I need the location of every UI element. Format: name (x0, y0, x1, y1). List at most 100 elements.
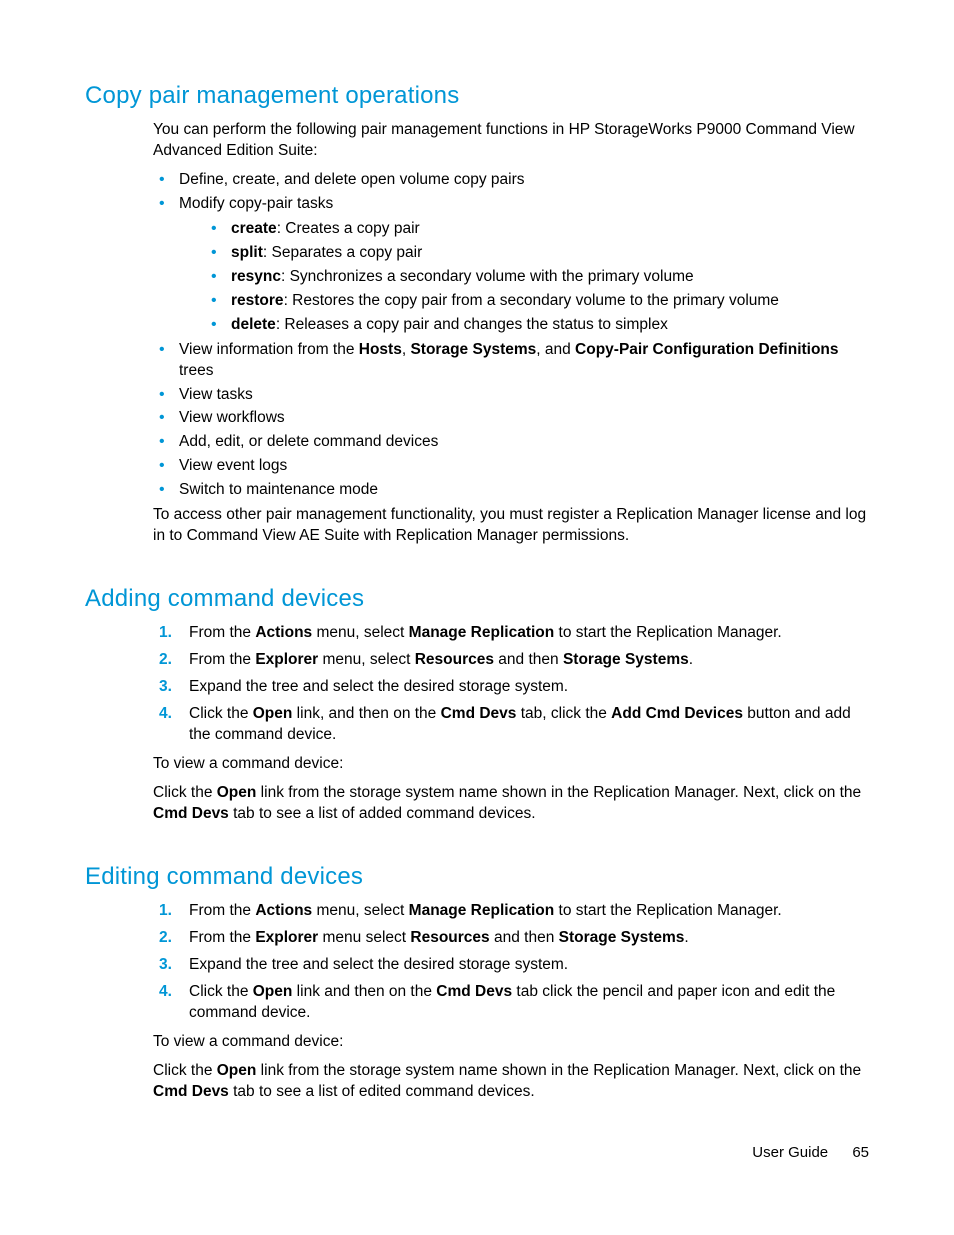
section2-body: From the Actions menu, select Manage Rep… (153, 623, 870, 824)
term: resync (231, 268, 281, 285)
t: Copy-Pair Configuration Definitions (575, 341, 839, 358)
desc: : Creates a copy pair (277, 220, 420, 237)
t: View information from the (179, 341, 359, 358)
t: and then (494, 651, 563, 668)
list-text: Modify copy-pair tasks (179, 195, 333, 212)
step-item: From the Actions menu, select Manage Rep… (153, 901, 870, 922)
t: Explorer (255, 929, 318, 946)
step-item: From the Explorer menu select Resources … (153, 928, 870, 949)
bullet-list: Define, create, and delete open volume c… (153, 170, 870, 501)
t: Cmd Devs (441, 705, 517, 722)
heading-adding-cmd-devices: Adding command devices (85, 583, 870, 615)
list-item: Switch to maintenance mode (153, 480, 870, 501)
outro-text: To access other pair management function… (153, 505, 870, 547)
t: Storage Systems (410, 341, 536, 358)
view-text: Click the Open link from the storage sys… (153, 783, 870, 825)
list-item: View tasks (153, 385, 870, 406)
t: Open (253, 983, 293, 1000)
ordered-steps: From the Actions menu, select Manage Rep… (153, 901, 870, 1024)
list-item: create: Creates a copy pair (205, 219, 870, 240)
list-item: View workflows (153, 408, 870, 429)
section1-body: You can perform the following pair manag… (153, 120, 870, 547)
t: menu select (318, 929, 410, 946)
t: Storage Systems (559, 929, 685, 946)
t: Actions (255, 624, 312, 641)
t: Storage Systems (563, 651, 689, 668)
t: . (684, 929, 688, 946)
t: Cmd Devs (153, 805, 229, 822)
list-item: resync: Synchronizes a secondary volume … (205, 267, 870, 288)
t: Actions (255, 902, 312, 919)
sub-bullet-list: create: Creates a copy pair split: Separ… (205, 219, 870, 336)
t: Manage Replication (409, 624, 555, 641)
note-text: To view a command device: (153, 1032, 870, 1053)
intro-text: You can perform the following pair manag… (153, 120, 870, 162)
t: Hosts (359, 341, 402, 358)
step-item: Click the Open link and then on the Cmd … (153, 982, 870, 1024)
term: split (231, 244, 263, 261)
t: Cmd Devs (436, 983, 512, 1000)
t: Cmd Devs (153, 1083, 229, 1100)
t: Open (217, 784, 257, 801)
term: delete (231, 316, 276, 333)
term: create (231, 220, 277, 237)
t: link from the storage system name shown … (256, 1062, 861, 1079)
list-item: Define, create, and delete open volume c… (153, 170, 870, 191)
t: From the (189, 902, 255, 919)
t: Click the (153, 1062, 217, 1079)
t: to start the Replication Manager. (554, 902, 781, 919)
t: menu, select (312, 902, 409, 919)
term: restore (231, 292, 284, 309)
desc: : Separates a copy pair (263, 244, 422, 261)
t: Click the (189, 705, 253, 722)
footer-label: User Guide (752, 1144, 828, 1161)
t: From the (189, 624, 255, 641)
t: Click the (153, 784, 217, 801)
t: . (689, 651, 693, 668)
t: Resources (410, 929, 489, 946)
t: Open (217, 1062, 257, 1079)
t: tab, click the (516, 705, 611, 722)
t: menu, select (312, 624, 409, 641)
list-item: View event logs (153, 456, 870, 477)
list-item: Modify copy-pair tasks create: Creates a… (153, 194, 870, 336)
t: trees (179, 362, 213, 379)
t: Manage Replication (409, 902, 555, 919)
t: to start the Replication Manager. (554, 624, 781, 641)
list-item: split: Separates a copy pair (205, 243, 870, 264)
desc: : Synchronizes a secondary volume with t… (281, 268, 694, 285)
step-item: Expand the tree and select the desired s… (153, 677, 870, 698)
t: link and then on the (292, 983, 436, 1000)
list-item: restore: Restores the copy pair from a s… (205, 291, 870, 312)
t: link from the storage system name shown … (256, 784, 861, 801)
t: , and (536, 341, 575, 358)
note-text: To view a command device: (153, 754, 870, 775)
desc: : Restores the copy pair from a secondar… (284, 292, 779, 309)
t: From the (189, 651, 255, 668)
t: tab to see a list of edited command devi… (229, 1083, 535, 1100)
step-item: From the Explorer menu, select Resources… (153, 650, 870, 671)
t: Resources (415, 651, 494, 668)
heading-editing-cmd-devices: Editing command devices (85, 861, 870, 893)
t: menu, select (318, 651, 415, 668)
section3-body: From the Actions menu, select Manage Rep… (153, 901, 870, 1102)
t: Click the (189, 983, 253, 1000)
view-text: Click the Open link from the storage sys… (153, 1061, 870, 1103)
t: From the (189, 929, 255, 946)
heading-copy-pair: Copy pair management operations (85, 80, 870, 112)
step-item: From the Actions menu, select Manage Rep… (153, 623, 870, 644)
page-content: Copy pair management operations You can … (85, 80, 870, 1111)
list-item: View information from the Hosts, Storage… (153, 340, 870, 382)
t: Add Cmd Devices (611, 705, 743, 722)
t: Explorer (255, 651, 318, 668)
t: Open (253, 705, 293, 722)
t: tab to see a list of added command devic… (229, 805, 536, 822)
ordered-steps: From the Actions menu, select Manage Rep… (153, 623, 870, 746)
desc: : Releases a copy pair and changes the s… (276, 316, 668, 333)
list-item: delete: Releases a copy pair and changes… (205, 315, 870, 336)
list-item: Add, edit, or delete command devices (153, 432, 870, 453)
page-number: 65 (852, 1144, 869, 1161)
page-footer: User Guide 65 (752, 1143, 869, 1163)
step-item: Expand the tree and select the desired s… (153, 955, 870, 976)
step-item: Click the Open link, and then on the Cmd… (153, 704, 870, 746)
